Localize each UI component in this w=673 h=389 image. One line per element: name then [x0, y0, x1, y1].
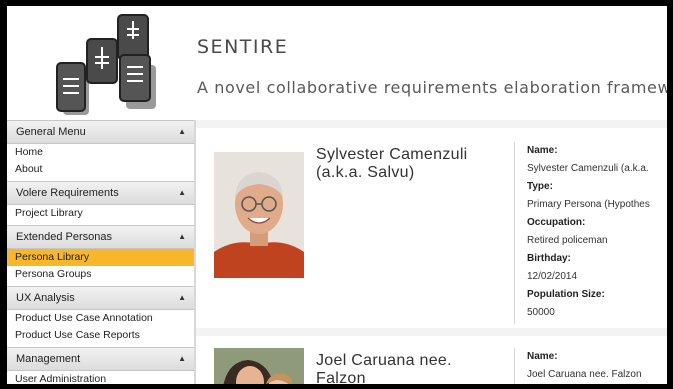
detail-value: 12/02/2014	[527, 271, 578, 282]
menu-group-ux-analysis[interactable]: UX Analysis ▲	[7, 286, 194, 310]
collapse-caret-icon[interactable]: ▲	[178, 287, 186, 309]
persona-name[interactable]: Sylvester Camenzuli (a.k.a. Salvu)	[316, 146, 468, 182]
app-tagline: A novel collaborative requirements elabo…	[197, 78, 667, 97]
detail-label: Name:	[527, 351, 558, 362]
persona-photo	[214, 152, 304, 278]
persona-card[interactable]: Sylvester Camenzuli (a.k.a. Salvu) Name:…	[196, 128, 667, 328]
sidebar-item-project-library[interactable]: Project Library	[7, 205, 194, 222]
detail-label: Type:	[527, 181, 553, 192]
detail-value: Retired policeman	[527, 235, 608, 246]
menu-group-title: Extended Personas	[16, 231, 113, 243]
sidebar-item-home[interactable]: Home	[7, 144, 194, 161]
persona-library-panel: Sylvester Camenzuli (a.k.a. Salvu) Name:…	[196, 120, 667, 384]
sidebar-item-use-case-reports[interactable]: Product Use Case Reports	[7, 327, 194, 344]
menu-group-volere[interactable]: Volere Requirements ▲	[7, 181, 194, 205]
persona-details: Name: Sylvester Camenzuli (a.k.a. Type: …	[514, 142, 650, 324]
persona-card[interactable]: Joel Caruana nee. Falzon Name: Joel Caru…	[196, 336, 667, 384]
sidebar-item-persona-groups[interactable]: Persona Groups	[7, 266, 194, 283]
detail-label: Name:	[527, 145, 558, 156]
persona-name[interactable]: Joel Caruana nee. Falzon	[316, 352, 452, 384]
collapse-caret-icon[interactable]: ▲	[178, 121, 186, 143]
persona-photo	[214, 348, 304, 384]
menu-group-general[interactable]: General Menu ▲	[7, 120, 194, 144]
detail-value: Sylvester Camenzuli (a.k.a.	[527, 163, 649, 174]
sidebar-item-user-administration[interactable]: User Administration	[7, 371, 194, 384]
app-header: SENTIRE A novel collaborative requiremen…	[7, 6, 667, 118]
sidebar-item-use-case-annotation[interactable]: Product Use Case Annotation	[7, 310, 194, 327]
collapse-caret-icon[interactable]: ▲	[178, 348, 186, 370]
persona-details: Name: Joel Caruana nee. Falzon	[514, 348, 642, 384]
detail-label: Birthday:	[527, 253, 571, 264]
sidebar-item-about[interactable]: About	[7, 161, 194, 178]
sidebar-item-persona-library[interactable]: Persona Library	[7, 249, 194, 266]
sentire-logo-icon	[56, 14, 156, 115]
menu-group-management[interactable]: Management ▲	[7, 347, 194, 371]
menu-group-title: Management	[16, 353, 81, 365]
menu-group-extended-personas[interactable]: Extended Personas ▲	[7, 225, 194, 249]
menu-group-title: Volere Requirements	[16, 187, 119, 199]
collapse-caret-icon[interactable]: ▲	[178, 226, 186, 248]
app-window: SENTIRE A novel collaborative requiremen…	[7, 6, 667, 384]
app-title: SENTIRE	[197, 36, 289, 58]
menu-group-title: General Menu	[16, 126, 86, 138]
menu-group-title: UX Analysis	[16, 292, 75, 304]
detail-label: Occupation:	[527, 217, 586, 228]
detail-value: Primary Persona (Hypothes	[527, 199, 650, 210]
detail-value: Joel Caruana nee. Falzon	[527, 369, 642, 380]
sidebar-menu: General Menu ▲ Home About Volere Require…	[7, 120, 196, 384]
collapse-caret-icon[interactable]: ▲	[178, 182, 186, 204]
detail-value: 50000	[527, 307, 555, 318]
detail-label: Population Size:	[527, 289, 605, 300]
